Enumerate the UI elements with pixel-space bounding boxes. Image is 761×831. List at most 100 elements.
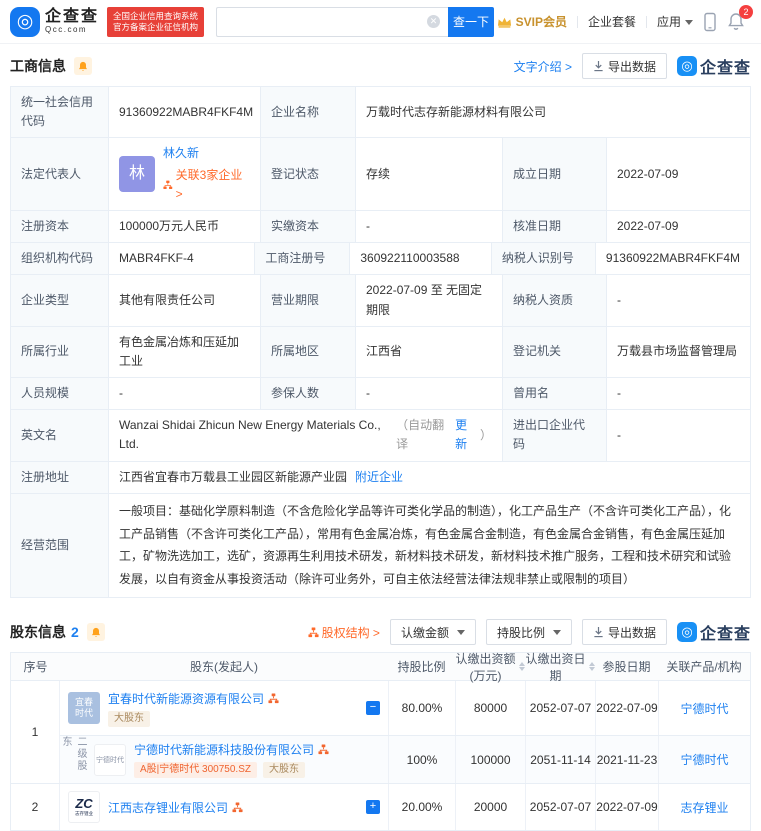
label-taxpayer-qualification: 纳税人资质: [503, 275, 607, 326]
label-taxpayer-id: 纳税人识别号: [491, 243, 596, 275]
col-header-shareholder: 股东(发起人): [190, 660, 258, 674]
shareholder-name-link[interactable]: 宁德时代新能源科技股份有限公司: [134, 741, 314, 758]
value-approval-date: 2022-07-09: [617, 218, 679, 233]
due-date-value: 2052-07-07: [525, 681, 595, 735]
label-org-code: 组织机构代码: [11, 243, 109, 275]
shareholder-cell: 宁德时代 宁德时代新能源科技股份有限公司 A股|宁德时代 300750.SZ 大…: [86, 736, 388, 783]
value-english-name: Wanzai Shidai Zhicun New Energy Material…: [109, 410, 503, 461]
related-product-link[interactable]: 宁德时代: [680, 751, 728, 768]
org-chart-icon[interactable]: [318, 744, 329, 755]
col-header-due-date-label: 认缴出资日期: [525, 651, 586, 683]
shareholder-cell: ZC 志存锂业 江西志存锂业有限公司 +: [60, 784, 388, 830]
row-index: 1: [11, 681, 60, 783]
shareholding-ratio-dropdown[interactable]: 持股比例: [485, 619, 572, 645]
second-level-label: 二级股东: [60, 736, 86, 772]
related-product-link[interactable]: 宁德时代: [680, 700, 728, 717]
equity-structure-icon: [308, 626, 319, 637]
auto-translate-note-close: ）: [479, 427, 492, 442]
label-paid-capital: 实缴资本: [261, 210, 356, 243]
notifications-bell[interactable]: 2: [727, 5, 753, 31]
shareholder-logo[interactable]: 宁德时代: [94, 743, 126, 776]
value-credit-code: 91360922MABR4FKF4M: [109, 87, 261, 138]
search-button[interactable]: 查一下: [448, 6, 495, 37]
label-reg-authority: 登记机关: [503, 326, 607, 378]
text-intro-link[interactable]: 文字介绍 >: [514, 58, 572, 75]
join-date-value: 2022-07-09: [595, 681, 658, 735]
value-business-term: 2022-07-09 至 无固定期限: [356, 275, 503, 326]
nearby-companies-link[interactable]: 附近企业: [355, 468, 403, 487]
legal-rep-avatar[interactable]: 林: [119, 156, 155, 193]
logo-text: ZC: [75, 796, 93, 811]
enterprise-plan-link[interactable]: 企业套餐: [588, 13, 636, 30]
second-level-shareholder-row: 二级股东 宁德时代 宁德时代新能源科技股份有限公司 A股|宁德时代 300750…: [60, 735, 750, 783]
value-company-type: 其他有限责任公司: [109, 275, 261, 326]
org-chart-icon[interactable]: [232, 801, 243, 813]
subscribed-amount-dropdown[interactable]: 认缴金额: [389, 619, 476, 645]
credential-badge-line1: 全国企业信用查询系统: [113, 10, 199, 21]
subscribed-amount-label: 认缴金额: [400, 625, 449, 640]
related-companies-link[interactable]: 关联3家企业 >: [163, 166, 250, 204]
export-data-label: 导出数据: [607, 625, 656, 640]
qcc-watermark: ◎ 企查查: [676, 54, 751, 78]
expand-button[interactable]: +: [366, 800, 380, 814]
related-product-cell: 志存锂业: [658, 784, 750, 830]
update-translation-link[interactable]: 更新: [455, 416, 478, 454]
shareholder-row: 宜春 时代 宜春时代新能源资源有限公司 大股东 − 80.00% 80000 2…: [60, 681, 750, 735]
label-region: 所属地区: [261, 326, 356, 378]
mobile-app-icon[interactable]: [703, 12, 717, 32]
qcc-watermark: ◎ 企查查: [676, 620, 751, 644]
equity-structure-link[interactable]: 股权结构 >: [308, 624, 380, 641]
related-product-link[interactable]: 志存锂业: [680, 799, 728, 816]
shareholder-logo[interactable]: ZC 志存锂业: [68, 791, 100, 823]
label-company-type: 企业类型: [11, 275, 109, 326]
amount-value: 100000: [455, 736, 525, 783]
value-import-export-code: -: [617, 427, 621, 442]
shareholders-title: 股东信息: [10, 624, 66, 640]
shareholders-count: 2: [71, 624, 79, 640]
business-info-table: 统一社会信用代码 91360922MABR4FKF4M 企业名称 万载时代志存新…: [10, 86, 751, 598]
qcc-logo[interactable]: ◎ 企查查 Qcc.com: [10, 6, 99, 37]
monitor-bell-icon[interactable]: [86, 623, 105, 641]
shareholder-cell: 宜春 时代 宜春时代新能源资源有限公司 大股东 −: [60, 681, 388, 735]
legal-rep-name-link[interactable]: 林久新: [163, 144, 250, 163]
shareholder-row-group: 2 ZC 志存锂业 江西志存锂业有限公司 + 20.00% 20000 2052…: [11, 784, 750, 830]
label-reg-capital: 注册资本: [11, 210, 109, 243]
collapse-button[interactable]: −: [366, 701, 380, 715]
export-data-button[interactable]: 导出数据: [581, 53, 667, 79]
credential-badge: 全国企业信用查询系统 官方备案企业征信机构: [107, 6, 205, 37]
table-row: 注册资本 100000万元人民币 实缴资本 - 核准日期 2022-07-09: [11, 210, 750, 244]
value-reg-number: 360922110003588: [350, 243, 492, 275]
value-reg-address: 江西省宜春市万载县工业园区新能源产业园 附近企业: [109, 462, 750, 493]
value-legal-rep: 林 林久新 关联3家企业 >: [109, 138, 261, 210]
shareholder-logo[interactable]: 宜春 时代: [68, 692, 100, 724]
shareholders-table: 序号 股东(发起人) 持股比例 认缴出资额(万元) 认缴出资日期 参股日期 关联…: [10, 652, 751, 831]
chevron-down-icon: [685, 20, 693, 26]
join-date-value: 2021-11-23: [595, 736, 658, 783]
business-info-title: 工商信息: [10, 58, 66, 74]
value-former-name: -: [617, 386, 621, 401]
search-input[interactable]: [216, 6, 449, 37]
related-product-cell: 宁德时代: [658, 736, 750, 783]
export-data-label: 导出数据: [607, 59, 656, 74]
table-row: 法定代表人 林 林久新 关联3家企业 > 登记状态 存续 成立日期 2022-0…: [11, 138, 750, 211]
shareholder-name-link[interactable]: 江西志存锂业有限公司: [108, 799, 228, 816]
org-chart-icon[interactable]: [268, 692, 279, 704]
credential-badge-line2: 官方备案企业征信机构: [113, 21, 199, 32]
shareholder-name-link[interactable]: 宜春时代新能源资源有限公司: [108, 690, 264, 707]
export-data-button[interactable]: 导出数据: [581, 619, 667, 645]
monitor-bell-icon[interactable]: [74, 57, 92, 75]
apps-menu[interactable]: 应用: [657, 13, 693, 30]
english-name-text: Wanzai Shidai Zhicun New Energy Material…: [119, 418, 381, 452]
table-row: 人员规模 - 参保人数 - 曾用名 -: [11, 378, 750, 411]
logo-text: 时代: [74, 708, 93, 718]
shareholder-row-group: 1 宜春 时代 宜春时代新能源资源有限公司 大股东 − 80.00% 80000…: [11, 681, 750, 784]
related-product-cell: 宁德时代: [658, 681, 750, 735]
ratio-value: 20.00%: [388, 784, 455, 830]
clear-search-icon[interactable]: ✕: [427, 15, 441, 28]
svip-member-link[interactable]: SVIP会员: [497, 13, 567, 30]
due-date-value: 2051-11-14: [525, 736, 595, 783]
top-navigation-bar: ◎ 企查查 Qcc.com 全国企业信用查询系统 官方备案企业征信机构 ✕ 查一…: [0, 0, 761, 44]
qcc-logo-icon: ◎: [10, 6, 40, 37]
a-share-tag: A股|宁德时代 300750.SZ: [134, 762, 257, 778]
col-header-amount-label: 认缴出资额(万元): [455, 651, 516, 683]
